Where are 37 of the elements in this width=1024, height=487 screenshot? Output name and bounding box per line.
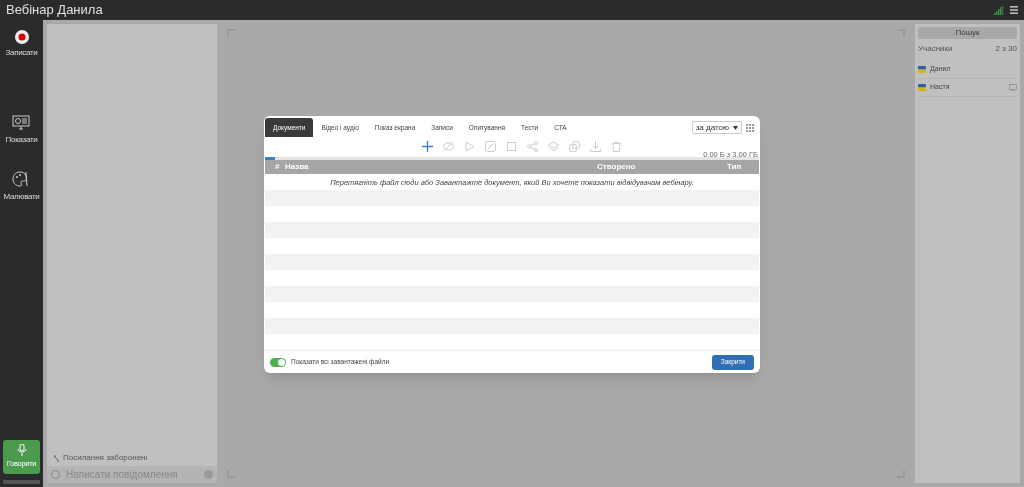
- chat-notice: Посилання заборонені: [63, 452, 148, 464]
- emoji-icon[interactable]: [51, 470, 60, 479]
- window-title: Вебінар Данила: [6, 1, 103, 20]
- column-header: Назва: [285, 161, 310, 173]
- add-icon[interactable]: [422, 141, 433, 152]
- draw-button[interactable]: Малювати: [3, 170, 40, 203]
- palette-icon: [12, 170, 31, 188]
- search-button[interactable]: Пошук: [918, 27, 1017, 39]
- play-icon[interactable]: [464, 141, 475, 152]
- flag-icon: [918, 66, 926, 73]
- audio-level-meter: [3, 480, 40, 484]
- participants-count: 2 з 30: [995, 43, 1017, 55]
- trash-icon[interactable]: [611, 141, 622, 152]
- participants-label: Учасники: [918, 43, 953, 55]
- grid-view-icon[interactable]: [746, 123, 754, 132]
- presentation-icon: [12, 115, 31, 131]
- caret-icon: [733, 125, 738, 130]
- menu-icon[interactable]: [1010, 6, 1018, 14]
- download-icon[interactable]: [590, 141, 601, 152]
- layers-icon[interactable]: [548, 141, 559, 152]
- record-icon: [14, 30, 29, 44]
- share-icon[interactable]: [527, 141, 538, 152]
- sort-select[interactable]: за датою: [691, 121, 742, 134]
- show-button[interactable]: Показати: [5, 115, 38, 146]
- frame-icon[interactable]: [506, 141, 517, 152]
- column-header: Створено: [597, 161, 637, 173]
- signal-icon: [994, 5, 1004, 15]
- send-icon[interactable]: [204, 470, 213, 479]
- copy-icon[interactable]: [569, 141, 580, 152]
- microphone-icon: [16, 444, 27, 457]
- toggle-switch[interactable]: [270, 357, 286, 367]
- record-button[interactable]: Записати: [5, 30, 38, 59]
- column-header: #: [275, 161, 281, 173]
- edit-icon[interactable]: [485, 141, 496, 152]
- column-header: Тип: [727, 161, 739, 173]
- hidden-icon[interactable]: [443, 141, 454, 152]
- flag-icon: [918, 84, 926, 91]
